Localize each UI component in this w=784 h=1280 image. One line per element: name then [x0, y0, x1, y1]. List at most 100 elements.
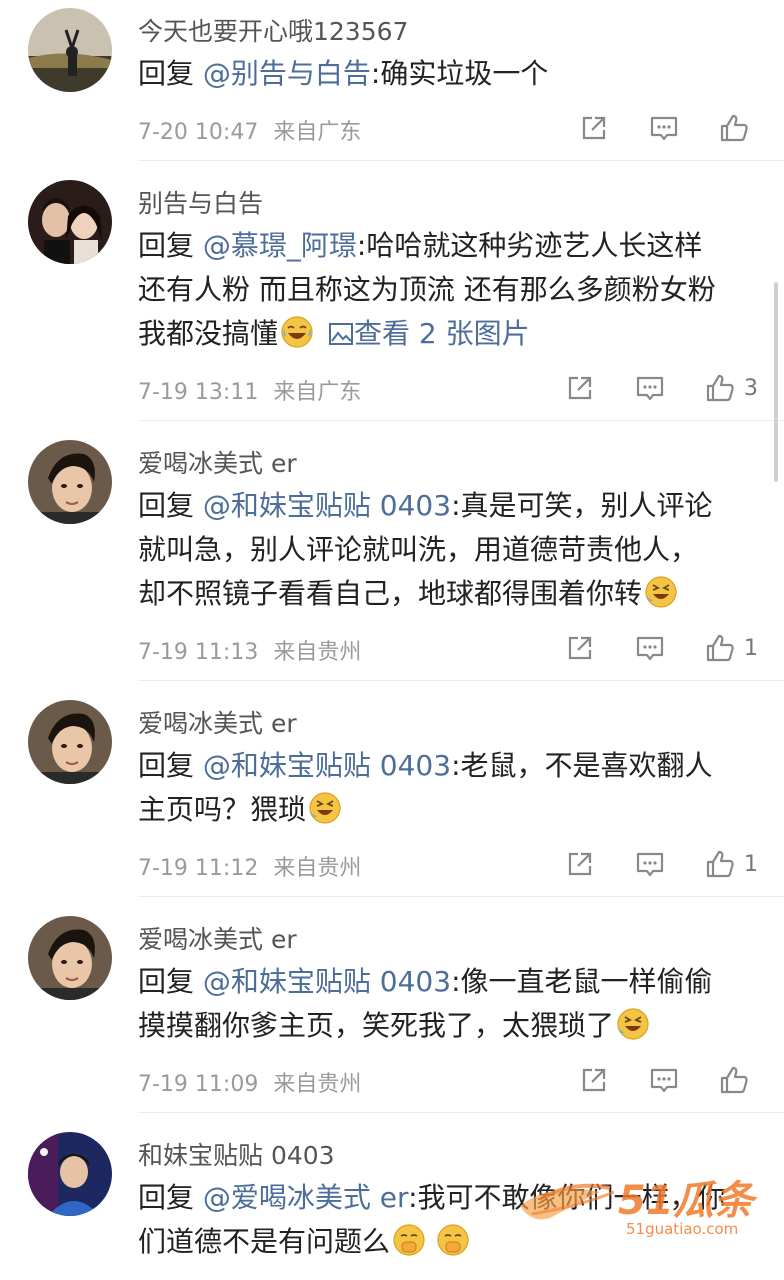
like-button[interactable]: 1	[704, 848, 758, 880]
divider	[138, 896, 784, 897]
reply-prefix: 回复	[138, 489, 203, 522]
comment-text: 回复 @别告与白告:确实垃圾一个	[138, 52, 758, 96]
comment-actions	[540, 110, 758, 146]
reply-prefix: 回复	[138, 57, 203, 90]
comment-body: 就叫急，别人评论就叫洗，用道德苛责他人，	[138, 533, 699, 566]
share-button[interactable]	[564, 632, 596, 664]
reply-button[interactable]	[648, 1064, 680, 1096]
comment-body: 摸摸翻你爹主页，笑死我了，太猥琐了	[138, 1009, 615, 1042]
reply-button[interactable]	[634, 848, 666, 880]
username[interactable]: 别告与白告	[138, 184, 263, 220]
text-line: 回复 @慕璟_阿璟:哈哈就这种劣迹艺人长这样	[138, 224, 758, 268]
like-count: 1	[744, 851, 758, 877]
rofl-emoji-icon	[644, 575, 678, 609]
share-button[interactable]	[564, 372, 596, 404]
reply-prefix: 回复	[138, 749, 203, 782]
text-line: 我都没搞懂 查看 2 张图片	[138, 312, 758, 356]
share-icon	[564, 632, 596, 664]
comment-time: 7-19 11:12	[138, 856, 259, 881]
comment-text: 回复 @慕璟_阿璟:哈哈就这种劣迹艺人长这样 还有人粉 而且称这为顶流 还有那么…	[138, 224, 758, 356]
avatar[interactable]	[28, 700, 112, 784]
divider	[138, 680, 784, 681]
reply-prefix: 回复	[138, 229, 203, 262]
watermark-text: 51瓜条	[618, 1178, 754, 1224]
watermark-url: 51guatiao.com	[626, 1220, 739, 1238]
reply-prefix: 回复	[138, 1181, 203, 1214]
mention-link[interactable]: @别告与白告	[203, 57, 371, 90]
thumbs-up-icon	[704, 632, 736, 664]
username[interactable]: 爱喝冰美式 er	[138, 704, 297, 740]
comment-actions: 1	[526, 630, 758, 666]
avatar[interactable]	[28, 8, 112, 92]
avatar[interactable]	[28, 180, 112, 264]
thumbs-up-icon	[718, 112, 750, 144]
view-images-link[interactable]: 查看 2 张图片	[354, 317, 530, 350]
thumbs-up-icon	[718, 1064, 750, 1096]
comment-actions	[540, 1062, 758, 1098]
username[interactable]: 和妹宝贴贴 0403	[138, 1136, 335, 1172]
comment-body: 还有人粉 而且称这为顶流 还有那么多颜粉女粉	[138, 273, 716, 306]
reply-button[interactable]	[634, 372, 666, 404]
avatar[interactable]	[28, 916, 112, 1000]
rofl-emoji-icon	[308, 791, 342, 825]
like-button[interactable]	[718, 1064, 758, 1096]
comment-meta: 7-20 10:47 来自广东	[138, 114, 361, 146]
text-line: 回复 @和妹宝贴贴 0403:真是可笑，别人评论	[138, 484, 758, 528]
comment-text: 回复 @和妹宝贴贴 0403:老鼠，不是喜欢翻人 主页吗？猥琐	[138, 744, 758, 832]
comment-body: 们道德不是有问题么	[138, 1225, 391, 1258]
image-icon[interactable]	[328, 321, 354, 347]
comment-body: :确实垃圾一个	[370, 57, 549, 90]
avatar[interactable]	[28, 440, 112, 524]
comment-icon	[634, 372, 666, 404]
avatar[interactable]	[28, 1132, 112, 1216]
share-icon	[564, 848, 596, 880]
like-button[interactable]: 1	[704, 632, 758, 664]
thumbs-up-icon	[704, 372, 736, 404]
mention-link[interactable]: @和妹宝贴贴 0403	[203, 749, 451, 782]
reply-button[interactable]	[648, 112, 680, 144]
comment-icon	[634, 632, 666, 664]
comment-body: 却不照镜子看看自己，地球都得围着你转	[138, 577, 643, 610]
mention-link[interactable]: @和妹宝贴贴 0403	[203, 489, 451, 522]
share-button[interactable]	[578, 1064, 610, 1096]
mention-link[interactable]: @爱喝冰美式 er	[203, 1181, 408, 1214]
comment-icon	[634, 848, 666, 880]
comment-actions: 3	[526, 370, 758, 406]
comment-body: :像一直老鼠一样偷偷	[451, 965, 713, 998]
comment-location: 来自贵州	[273, 640, 362, 665]
username[interactable]: 爱喝冰美式 er	[138, 444, 297, 480]
comment-time: 7-19 11:09	[138, 1072, 259, 1097]
scrollbar[interactable]	[774, 282, 778, 482]
divider	[138, 420, 784, 421]
mention-link[interactable]: @慕璟_阿璟	[203, 229, 357, 262]
share-button[interactable]	[564, 848, 596, 880]
hush-emoji-icon	[392, 1223, 426, 1257]
comment-location: 来自贵州	[273, 1072, 362, 1097]
mention-link[interactable]: @和妹宝贴贴 0403	[203, 965, 451, 998]
comment-time: 7-19 11:13	[138, 640, 259, 665]
like-button[interactable]: 3	[704, 372, 758, 404]
text-line: 却不照镜子看看自己，地球都得围着你转	[138, 572, 758, 616]
comment-location: 来自广东	[273, 380, 362, 405]
like-button[interactable]	[718, 112, 758, 144]
share-button[interactable]	[578, 112, 610, 144]
divider	[138, 160, 784, 161]
comment-body: :老鼠，不是喜欢翻人	[451, 749, 713, 782]
share-icon	[564, 372, 596, 404]
share-icon	[578, 1064, 610, 1096]
comment-time: 7-19 13:11	[138, 380, 259, 405]
username[interactable]: 爱喝冰美式 er	[138, 920, 297, 956]
username[interactable]: 今天也要开心哦123567	[138, 12, 408, 48]
text-line: 主页吗？猥琐	[138, 788, 758, 832]
reply-button[interactable]	[634, 632, 666, 664]
comment-body: :哈哈就这种劣迹艺人长这样	[356, 229, 703, 262]
like-count: 1	[744, 635, 758, 661]
comment-text: 回复 @和妹宝贴贴 0403:像一直老鼠一样偷偷 摸摸翻你爹主页，笑死我了，太猥…	[138, 960, 758, 1048]
comment-meta: 7-19 11:12 来自贵州	[138, 850, 361, 882]
comment-meta: 7-19 11:09 来自贵州	[138, 1066, 361, 1098]
text-line: 回复 @和妹宝贴贴 0403:老鼠，不是喜欢翻人	[138, 744, 758, 788]
rofl-emoji-icon	[616, 1007, 650, 1041]
comment-body: 主页吗？猥琐	[138, 793, 307, 826]
text-line: 回复 @和妹宝贴贴 0403:像一直老鼠一样偷偷	[138, 960, 758, 1004]
comment-meta: 7-19 11:13 来自贵州	[138, 634, 361, 666]
